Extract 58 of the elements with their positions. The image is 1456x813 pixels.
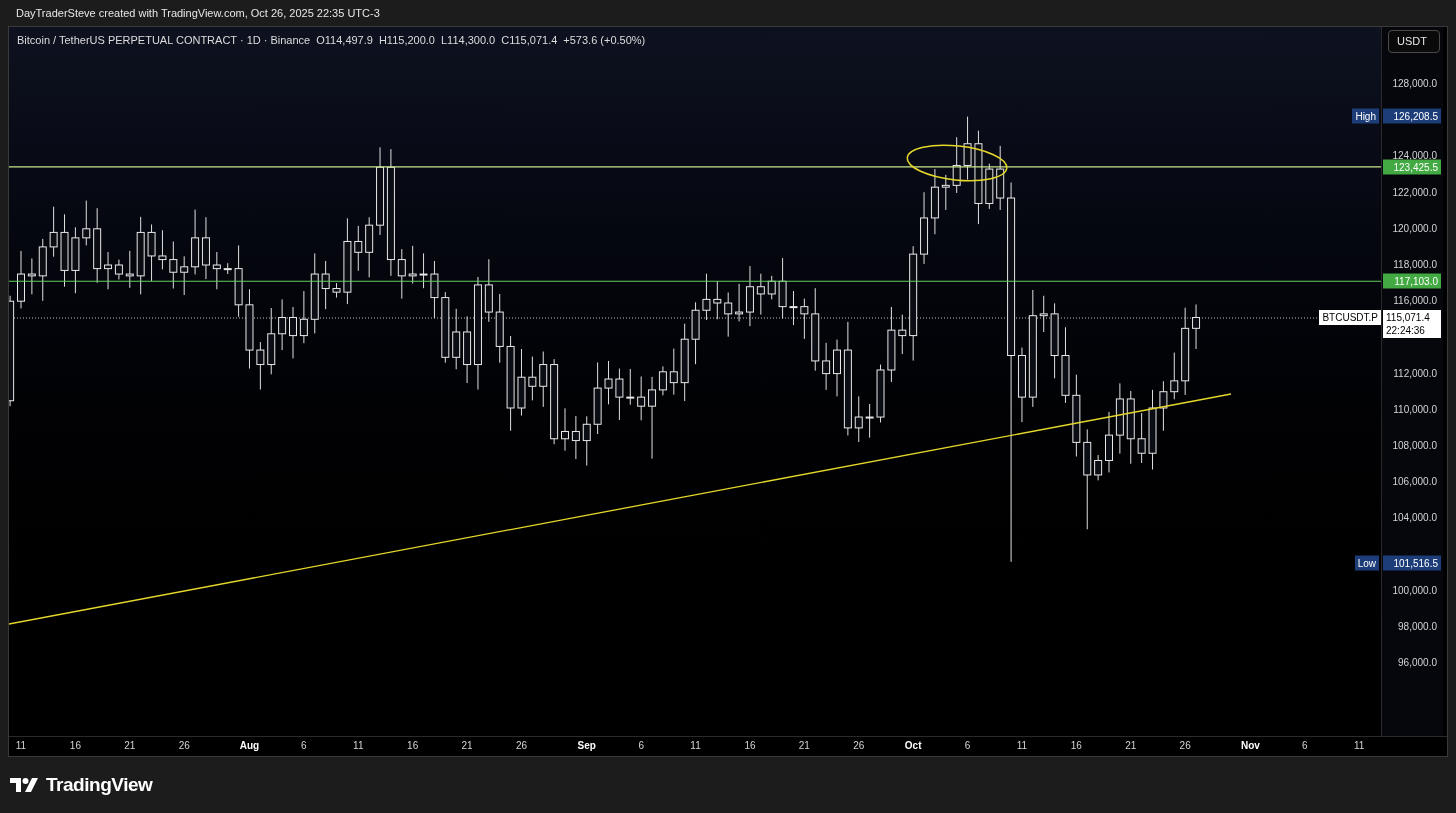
- time-label: 11: [15, 741, 27, 751]
- price-tick: 120,000.0: [1392, 223, 1437, 234]
- time-label: 21: [1125, 741, 1137, 751]
- price-tick: 100,000.0: [1392, 585, 1437, 596]
- price-tick: 104,000.0: [1392, 513, 1437, 524]
- change-value: +573.6 (+0.50%): [563, 33, 646, 48]
- price-marker: 101,516.5: [1383, 555, 1441, 571]
- price-tick: 110,000.0: [1393, 404, 1437, 415]
- time-label: 6: [1302, 741, 1308, 751]
- high-value: H115,200.0: [378, 33, 435, 48]
- logo-text: TradingView: [46, 772, 153, 797]
- marker-label: Low: [1354, 555, 1379, 571]
- price-tick: 116,000.0: [1393, 296, 1437, 307]
- countdown: 22:24:36: [1386, 324, 1426, 337]
- price-marker: 123,425.5: [1383, 159, 1441, 175]
- last-price: 115,071.4: [1386, 311, 1431, 324]
- time-label: 11: [1016, 741, 1028, 751]
- price-marker: 117,103.0: [1383, 273, 1441, 289]
- price-tick: 98,000.0: [1398, 622, 1437, 632]
- time-label: 16: [744, 741, 756, 751]
- close-value: C115,071.4: [501, 33, 558, 48]
- time-label: 6: [638, 741, 644, 751]
- price-tick: 112,000.0: [1393, 368, 1437, 379]
- time-label: 21: [798, 741, 810, 751]
- price-tick: 118,000.0: [1393, 260, 1437, 270]
- time-label: Nov: [1241, 741, 1260, 751]
- time-label: 11: [690, 741, 701, 751]
- time-label: 26: [178, 741, 190, 751]
- price-tick: 106,000.0: [1392, 477, 1437, 488]
- time-label: 16: [407, 741, 419, 751]
- marker-label: High: [1352, 108, 1379, 124]
- price-tick: 108,000.0: [1392, 441, 1437, 451]
- credit-text: DayTraderSteve created with TradingView.com, Oct 26, 2025 22:35 UTC-3: [16, 5, 380, 21]
- time-label: Oct: [904, 741, 922, 751]
- currency-button[interactable]: USDT: [1388, 30, 1440, 53]
- time-label: 6: [301, 741, 307, 751]
- time-label: 26: [1179, 741, 1191, 751]
- time-label: 26: [515, 741, 528, 751]
- open-value: O114,497.9: [316, 33, 373, 48]
- price-marker: 126,208.5: [1383, 108, 1441, 124]
- time-label: Aug: [239, 741, 260, 751]
- logo-icon: [10, 777, 40, 793]
- price-tick: 128,000.0: [1392, 79, 1437, 89]
- time-label: 21: [461, 741, 473, 751]
- time-label: 11: [1354, 741, 1365, 751]
- time-label: 16: [1070, 741, 1082, 751]
- price-tick: 122,000.0: [1392, 187, 1437, 198]
- price-tick: 124,000.0: [1392, 151, 1437, 162]
- time-label: 21: [124, 741, 136, 751]
- time-label: 6: [964, 741, 971, 751]
- symbol-label: BTCUSDT.P: [1319, 310, 1381, 325]
- time-label: 26: [853, 741, 865, 751]
- low-value: L114,300.0: [441, 33, 496, 48]
- time-label: 16: [69, 741, 81, 751]
- symbol-title: Bitcoin / TetherUS PERPETUAL CONTRACT · 1D · Binance: [17, 33, 311, 48]
- time-label: 11: [353, 741, 364, 751]
- time-label: Sep: [577, 741, 596, 751]
- price-tick: 96,000.0: [1398, 658, 1437, 669]
